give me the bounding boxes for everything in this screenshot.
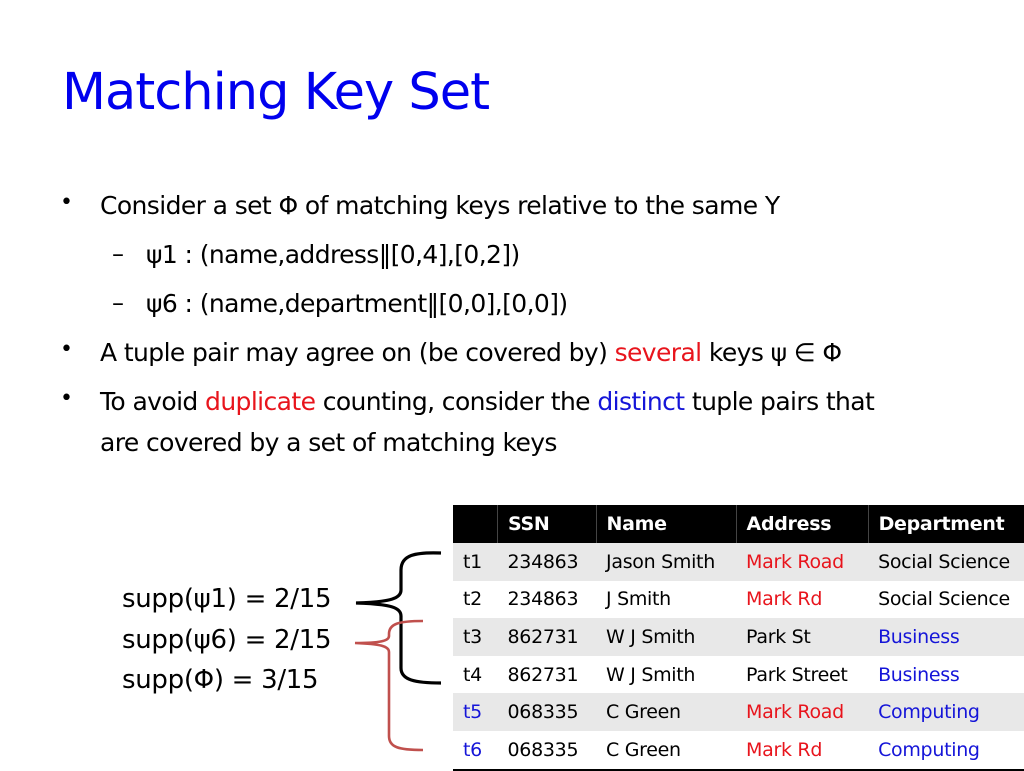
cell-address: Mark Rd — [736, 580, 869, 619]
highlight-duplicate: duplicate — [205, 387, 316, 416]
text: tuple pairs that — [684, 387, 875, 416]
table-row: t6 068335 C Green Mark Rd Computing — [453, 730, 1024, 771]
header-department: Department — [867, 505, 1024, 543]
cell-id: t3 — [453, 618, 498, 656]
cell-name: W J Smith — [596, 655, 737, 694]
cell-ssn: 862731 — [497, 655, 597, 694]
text: To avoid — [100, 387, 206, 416]
header-id — [453, 505, 498, 543]
table-row: t2 234863 J Smith Mark Rd Social Science — [453, 580, 1024, 619]
cell-name: W J Smith — [596, 618, 737, 656]
tuple-table: SSN Name Address Department t1 234863 Jaso… — [453, 505, 1024, 771]
bullet-marker: • — [60, 190, 73, 215]
cell-ssn: 862731 — [497, 618, 597, 656]
text: keys ψ ∈ Φ — [701, 338, 842, 367]
bullet-tuple-pair: A tuple pair may agree on (be covered by… — [100, 338, 842, 368]
dash-marker: – — [112, 289, 124, 317]
slide-title: Matching Key Set — [62, 63, 490, 122]
cell-name: J Smith — [596, 580, 737, 619]
table-row: t4 862731 W J Smith Park Street Business — [453, 655, 1024, 694]
cell-department: Computing — [868, 730, 1024, 771]
header-name: Name — [595, 505, 737, 543]
bullet-consider-set: Consider a set Φ of matching keys relati… — [100, 191, 780, 220]
cell-ssn: 234863 — [497, 543, 597, 581]
cell-department: Computing — [868, 693, 1024, 731]
cell-department: Social Science — [868, 580, 1024, 619]
support-phi: supp(Φ) = 3/15 — [122, 665, 319, 695]
cell-address: Park Street — [736, 655, 869, 694]
table-row: t3 862731 W J Smith Park St Business — [453, 618, 1024, 656]
dash-marker: – — [112, 240, 124, 268]
cell-name: C Green — [596, 693, 737, 731]
cell-name: Jason Smith — [596, 543, 737, 581]
header-ssn: SSN — [497, 505, 597, 543]
text: A tuple pair may agree on (be covered by… — [100, 338, 615, 367]
cell-address: Mark Road — [736, 693, 869, 731]
support-psi6: supp(ψ6) = 2/15 — [122, 625, 332, 655]
cell-id: t6 — [453, 730, 498, 771]
cell-id: t4 — [453, 655, 498, 694]
text: counting, consider the — [315, 387, 598, 416]
cell-id: t1 — [453, 543, 498, 581]
cell-department: Social Science — [868, 543, 1024, 581]
cell-ssn: 234863 — [497, 580, 597, 619]
support-psi1: supp(ψ1) = 2/15 — [122, 584, 332, 614]
highlight-several: several — [614, 338, 703, 367]
table-row: t1 234863 Jason Smith Mark Road Social Scien… — [453, 543, 1024, 581]
cell-ssn: 068335 — [497, 693, 597, 731]
cell-id: t2 — [453, 580, 498, 619]
cell-department: Business — [868, 655, 1024, 694]
black-brace-icon — [355, 551, 442, 685]
cell-ssn: 068335 — [497, 730, 597, 771]
cell-id: t5 — [453, 693, 498, 731]
cell-name: C Green — [596, 730, 737, 771]
table-header-row: SSN Name Address Department — [453, 505, 1024, 543]
sub-bullet-psi6: ψ6 : (name,department‖[0,0],[0,0]) — [146, 289, 568, 318]
bullet-marker: • — [60, 386, 73, 411]
sub-bullet-psi1: ψ1 : (name,address‖[0,4],[0,2]) — [146, 240, 520, 269]
red-brace-icon — [354, 619, 424, 752]
cell-department: Business — [868, 618, 1024, 656]
header-address: Address — [735, 505, 869, 543]
table-row: t5 068335 C Green Mark Road Computing — [453, 693, 1024, 731]
highlight-distinct: distinct — [597, 387, 685, 416]
cell-address: Mark Rd — [736, 730, 869, 771]
cell-address: Park St — [736, 618, 869, 656]
bullet-avoid-duplicate-cont: are covered by a set of matching keys — [100, 428, 557, 457]
bullet-marker: • — [60, 337, 73, 362]
cell-address: Mark Road — [736, 543, 869, 581]
bullet-avoid-duplicate: To avoid duplicate counting, consider th… — [100, 387, 875, 417]
